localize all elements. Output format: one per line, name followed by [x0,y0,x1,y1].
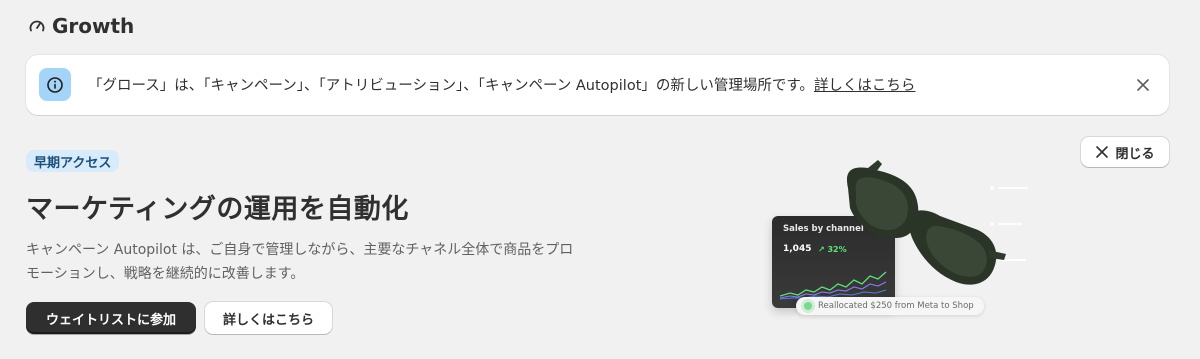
status-dot [804,302,812,310]
sales-card-value: 1,045 [783,244,812,254]
join-waitlist-button[interactable]: ウェイトリストに参加 [26,302,196,334]
sunglasses-image [846,160,1006,285]
close-icon [1137,79,1149,91]
learn-more-button[interactable]: 詳しくはこちら [205,302,332,334]
dismiss-label: 閉じる [1115,146,1155,162]
banner-learn-more-link[interactable]: 詳しくはこちら [814,78,916,94]
promo-heading: マーケティングの運用を自動化 [26,194,409,225]
dismiss-button[interactable]: 閉じる [1081,137,1169,167]
promo-description: キャンペーン Autopilot は、ご自身で管理しながら、主要なチャネル全体で… [26,242,574,282]
info-icon [39,68,71,101]
banner-text: 「グロース」は、「キャンペーン」、「アトリビューション」、「キャンペーン Aut… [88,78,814,94]
reallocation-text: Reallocated $250 from Meta to Shop [818,301,974,311]
banner-close-button[interactable] [1133,75,1153,95]
reallocation-pill: Reallocated $250 from Meta to Shop [796,297,984,315]
early-access-badge: 早期アクセス [26,150,120,172]
close-icon [1096,146,1109,158]
banner-message: 「グロース」は、「キャンペーン」、「アトリビューション」、「キャンペーン Aut… [88,74,915,95]
info-banner: 「グロース」は、「キャンペーン」、「アトリビューション」、「キャンペーン Aut… [26,55,1169,115]
promo-illustration: Sales by channel 1,045 ↗ 32% Reallocated… [760,150,1040,325]
gauge-icon [28,17,46,35]
page-title: Growth [52,14,135,38]
page-header: Growth [28,14,134,38]
